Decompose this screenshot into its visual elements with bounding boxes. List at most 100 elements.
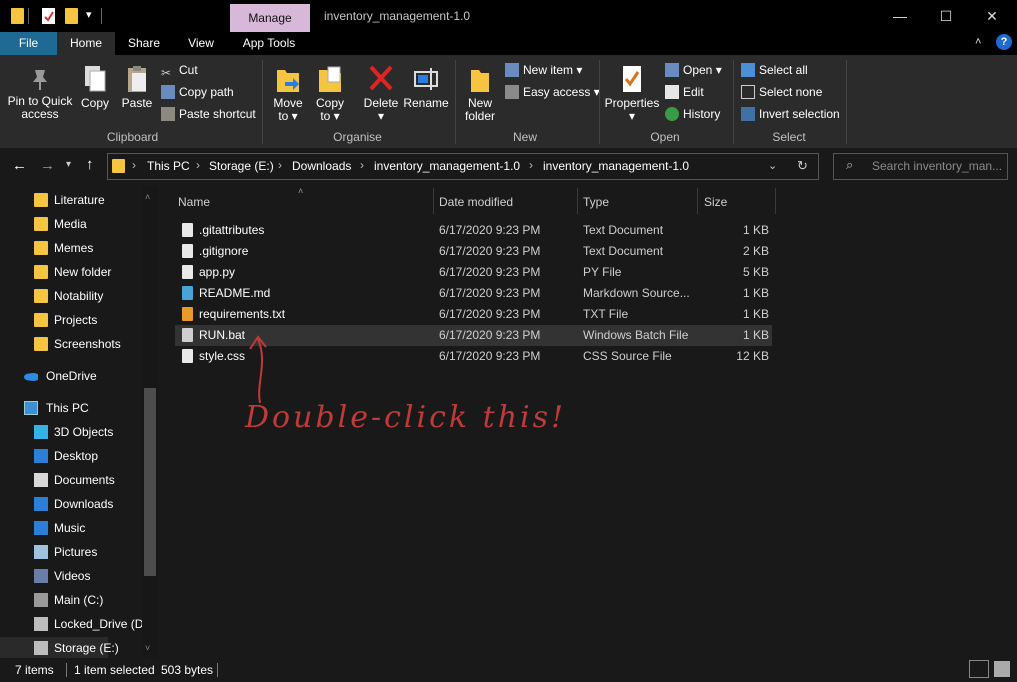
- help-icon[interactable]: ?: [996, 34, 1012, 50]
- up-arrow-icon[interactable]: ↑: [86, 156, 94, 173]
- open-button[interactable]: Open ▾: [665, 61, 722, 79]
- desktop-icon: [34, 449, 48, 463]
- delete-label-2: ▾: [377, 109, 385, 123]
- scroll-down-icon[interactable]: ˅: [145, 643, 150, 653]
- back-arrow-icon[interactable]: ←: [12, 157, 27, 174]
- new-folder-qa-icon[interactable]: [65, 8, 78, 24]
- breadcrumb-folder-current[interactable]: inventory_management-1.0: [543, 159, 689, 173]
- nav-scrollbar-thumb[interactable]: [144, 388, 156, 576]
- column-divider[interactable]: [775, 188, 776, 214]
- move-to-button[interactable]: Move to ▾: [270, 64, 306, 123]
- qa-dropdown-icon[interactable]: ▾: [86, 8, 92, 21]
- chevron-right-icon[interactable]: ›: [360, 158, 364, 172]
- tab-share[interactable]: Share: [121, 32, 167, 55]
- search-input[interactable]: Search inventory_man...: [833, 153, 1008, 180]
- close-button[interactable]: ✕: [969, 0, 1015, 32]
- nav-label: Storage (E:): [54, 641, 119, 655]
- file-type: TXT File: [583, 307, 629, 321]
- chevron-right-icon[interactable]: ›: [529, 158, 533, 172]
- minimize-button[interactable]: —: [877, 0, 923, 32]
- paste-shortcut-button[interactable]: Paste shortcut: [161, 105, 256, 123]
- chevron-right-icon[interactable]: ›: [132, 158, 136, 172]
- tab-home[interactable]: Home: [57, 32, 115, 55]
- paste-shortcut-label: Paste shortcut: [179, 107, 256, 121]
- manage-tab[interactable]: Manage: [230, 4, 310, 32]
- invert-selection-button[interactable]: Invert selection: [741, 105, 840, 123]
- nav-item-pc[interactable]: Storage (E:): [0, 637, 119, 659]
- file-type: PY File: [583, 265, 622, 279]
- easy-access-button[interactable]: Easy access ▾: [505, 83, 600, 101]
- paste-shortcut-icon: [161, 107, 175, 121]
- file-row[interactable]: .gitattributes 6/17/2020 9:23 PM Text Docu…: [175, 220, 772, 241]
- maximize-button[interactable]: ☐: [923, 0, 969, 32]
- column-divider[interactable]: [433, 188, 434, 214]
- nav-label: Music: [54, 521, 86, 535]
- history-button[interactable]: History: [665, 105, 720, 123]
- copy-path-button[interactable]: Copy path: [161, 83, 234, 101]
- rename-button[interactable]: Rename: [403, 64, 449, 110]
- file-name: README.md: [199, 286, 271, 300]
- copy-to-button[interactable]: Copy to ▾: [312, 64, 348, 123]
- breadcrumb-downloads[interactable]: Downloads: [292, 159, 351, 173]
- nav-label: Locked_Drive (D: [54, 617, 144, 631]
- column-header-type[interactable]: Type: [583, 195, 609, 209]
- status-divider: [66, 663, 67, 677]
- file-row[interactable]: .gitignore 6/17/2020 9:23 PM Text Document…: [175, 241, 772, 262]
- edit-button[interactable]: Edit: [665, 83, 704, 101]
- search-icon: ⌕: [846, 157, 854, 172]
- file-icon: [182, 328, 193, 342]
- column-header-date[interactable]: Date modified: [439, 195, 513, 209]
- breadcrumb-folder-parent[interactable]: inventory_management-1.0: [374, 159, 520, 173]
- file-row[interactable]: README.md 6/17/2020 9:23 PM Markdown Sourc…: [175, 283, 772, 304]
- nav-label: Notability: [54, 289, 104, 303]
- collapse-ribbon-icon[interactable]: ˄: [975, 36, 981, 48]
- recent-locations-icon[interactable]: ▾: [66, 159, 71, 170]
- copy-to-icon: [319, 66, 341, 92]
- nav-label: Media: [54, 217, 87, 231]
- annotation-arrow: [249, 335, 267, 404]
- column-divider[interactable]: [697, 188, 698, 214]
- tab-view[interactable]: View: [179, 32, 223, 55]
- select-none-button[interactable]: Select none: [741, 83, 822, 101]
- select-all-icon: [741, 63, 755, 77]
- tab-file[interactable]: File: [0, 32, 57, 55]
- new-item-button[interactable]: New item ▾: [505, 61, 582, 79]
- refresh-icon[interactable]: ↻: [797, 158, 808, 174]
- move-to-icon: [277, 70, 299, 92]
- folder-icon: [34, 313, 48, 327]
- file-type: Text Document: [583, 223, 664, 237]
- file-icon: [182, 349, 193, 363]
- select-all-button[interactable]: Select all: [741, 61, 808, 79]
- properties-qa-icon[interactable]: [42, 8, 55, 24]
- chevron-down-icon[interactable]: ⌄: [768, 159, 777, 172]
- forward-arrow-icon[interactable]: →: [40, 157, 55, 174]
- pin-to-quick-access-button[interactable]: Pin to Quick access: [5, 68, 75, 121]
- new-folder-button[interactable]: New folder: [460, 64, 500, 123]
- cut-button[interactable]: ✂ Cut: [161, 61, 198, 80]
- paste-button[interactable]: Paste: [119, 64, 155, 110]
- tab-app-tools[interactable]: App Tools: [236, 32, 302, 55]
- file-row[interactable]: requirements.txt 6/17/2020 9:23 PM TXT Fil…: [175, 304, 772, 325]
- nav-label: Documents: [54, 473, 115, 487]
- breadcrumb-this-pc[interactable]: This PC: [147, 159, 190, 173]
- column-divider[interactable]: [577, 188, 578, 214]
- organise-group-label: Organise: [333, 130, 382, 144]
- breadcrumb-storage[interactable]: Storage (E:): [209, 159, 274, 173]
- file-type: Markdown Source...: [583, 286, 690, 300]
- file-row[interactable]: app.py 6/17/2020 9:23 PM PY File 5 KB: [175, 262, 772, 283]
- large-icons-view-icon[interactable]: [994, 661, 1010, 677]
- column-header-name[interactable]: Name: [178, 195, 210, 209]
- copy-button[interactable]: Copy: [78, 64, 112, 110]
- details-view-icon[interactable]: [969, 660, 989, 678]
- ribbon-divider: [455, 60, 456, 144]
- chevron-right-icon[interactable]: ›: [278, 158, 282, 172]
- scroll-up-icon[interactable]: ˄: [145, 192, 150, 202]
- copy-label: Copy: [80, 96, 109, 110]
- chevron-right-icon[interactable]: ›: [196, 158, 200, 172]
- properties-button[interactable]: Properties ▾: [603, 64, 661, 123]
- nav-label: This PC: [46, 401, 89, 415]
- column-header-size[interactable]: Size: [704, 195, 727, 209]
- file-type: CSS Source File: [583, 349, 672, 363]
- scissors-icon: ✂: [161, 66, 172, 80]
- delete-button[interactable]: Delete ▾: [361, 64, 401, 123]
